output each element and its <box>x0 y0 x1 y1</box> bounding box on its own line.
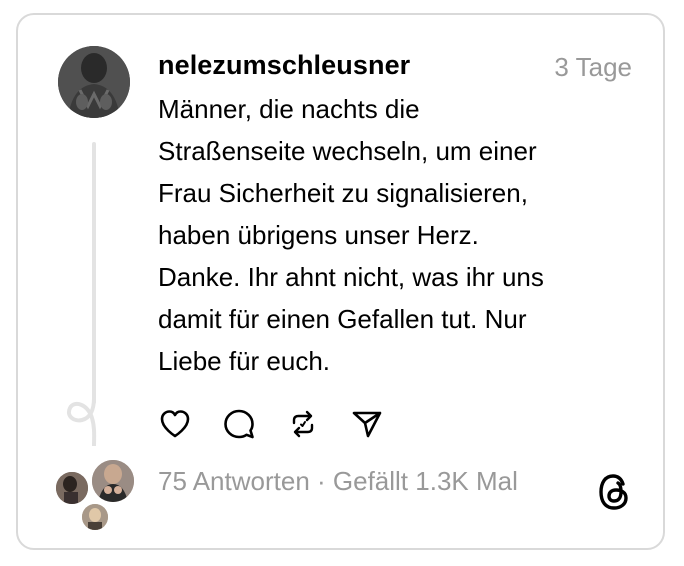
reply-avatar <box>80 502 110 532</box>
post-text: Männer, die nachts die Straßenseite wech… <box>158 94 544 376</box>
repost-button[interactable] <box>286 407 320 441</box>
like-button[interactable] <box>158 407 192 441</box>
likes-count[interactable]: Gefällt 1.3K Mal <box>333 466 518 496</box>
replies-count[interactable]: 75 Antworten <box>158 466 310 496</box>
comment-icon <box>224 409 254 439</box>
action-bar <box>158 404 414 444</box>
post-timestamp[interactable]: 3 Tage <box>554 52 632 83</box>
threads-logo-icon[interactable] <box>596 472 632 512</box>
share-button[interactable] <box>350 407 384 441</box>
reply-avatars <box>54 458 136 532</box>
post-stats: 75 Antworten · Gefällt 1.3K Mal <box>158 466 518 497</box>
thread-line <box>92 142 96 404</box>
share-icon <box>352 411 382 438</box>
repost-icon <box>292 410 314 438</box>
thread-loop-icon <box>67 396 97 446</box>
heart-icon <box>160 410 190 438</box>
reply-avatar <box>54 470 90 506</box>
comment-button[interactable] <box>222 407 256 441</box>
reply-avatar <box>90 458 136 504</box>
username-link[interactable]: nelezumschleusner <box>158 50 410 81</box>
avatar[interactable] <box>58 46 130 118</box>
stats-separator: · <box>309 466 333 496</box>
